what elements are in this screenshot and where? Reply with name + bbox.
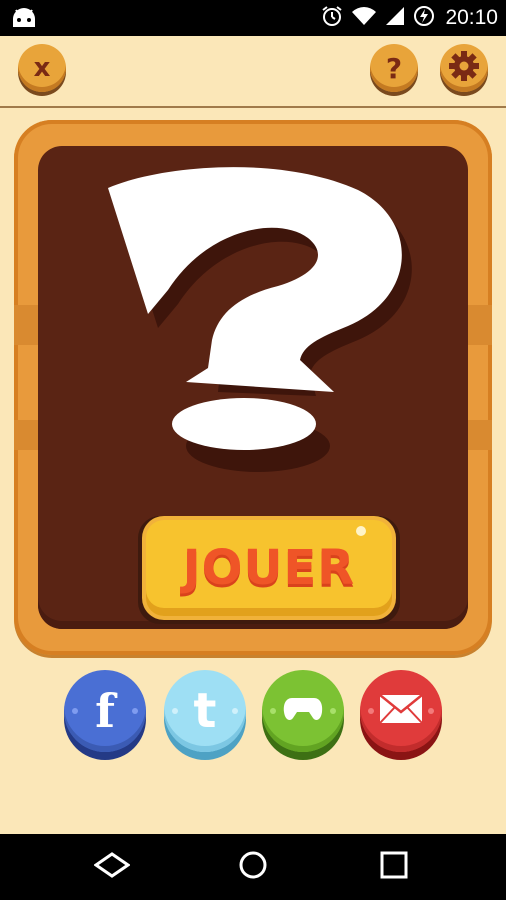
gamepad-icon xyxy=(282,694,324,728)
facebook-button[interactable]: f xyxy=(64,670,146,752)
home-button[interactable] xyxy=(213,834,293,900)
signal-icon xyxy=(385,6,405,30)
help-button[interactable]: ? xyxy=(370,44,418,92)
twitter-button[interactable]: t xyxy=(164,670,246,752)
wifi-icon xyxy=(351,6,377,30)
status-bar: 20:10 xyxy=(0,0,506,36)
gear-icon xyxy=(447,49,481,87)
alarm-icon xyxy=(321,5,343,31)
game-board: JOUER xyxy=(38,146,468,629)
close-button[interactable]: x xyxy=(18,44,66,92)
close-icon: x xyxy=(33,53,51,83)
back-icon xyxy=(93,851,131,883)
play-button-label: JOUER xyxy=(182,540,356,596)
recents-button[interactable] xyxy=(354,834,434,900)
navigation-bar xyxy=(0,834,506,900)
clock-time: 20:10 xyxy=(445,6,498,29)
recents-icon xyxy=(380,851,408,883)
android-icon xyxy=(10,5,38,35)
gamepad-button[interactable] xyxy=(262,670,344,752)
play-button-face: JOUER xyxy=(146,520,392,616)
question-mark-icon xyxy=(108,167,412,472)
back-button[interactable] xyxy=(72,834,152,900)
game-board-frame: JOUER xyxy=(14,120,492,655)
twitter-icon: t xyxy=(193,683,217,739)
mail-icon xyxy=(379,694,423,728)
settings-button[interactable] xyxy=(440,44,488,92)
play-button[interactable]: JOUER xyxy=(138,516,400,624)
facebook-icon: f xyxy=(95,684,115,738)
share-buttons: f t xyxy=(64,670,444,770)
button-shine xyxy=(356,526,366,536)
battery-charging-icon xyxy=(413,5,435,31)
help-icon: ? xyxy=(385,51,403,85)
top-bar: x ? xyxy=(0,36,506,108)
home-icon xyxy=(238,850,268,884)
mail-button[interactable] xyxy=(360,670,442,752)
